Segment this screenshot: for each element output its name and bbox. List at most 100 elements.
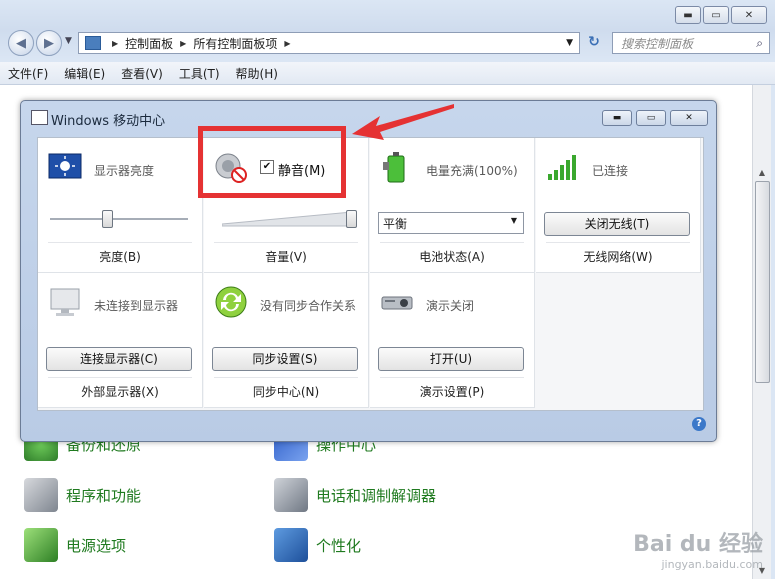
brightness-heading: 显示器亮度 bbox=[94, 164, 155, 178]
sync-settings-button[interactable]: 同步设置(S) bbox=[212, 347, 358, 371]
maximize-button[interactable]: ▭ bbox=[703, 6, 729, 24]
power-plan-select[interactable]: 平衡 ▼ bbox=[378, 212, 524, 234]
battery-plug-icon bbox=[383, 152, 405, 183]
highlight-box bbox=[198, 126, 346, 198]
help-icon[interactable]: ? bbox=[692, 417, 706, 431]
dialog-maximize-button[interactable]: ▭ bbox=[636, 110, 666, 126]
mobility-tiles-panel: 显示器亮度 亮度(B) ✔ 静音(M) 音量(V) 电量充满(100%) 平衡 … bbox=[37, 137, 704, 411]
chevron-down-icon: ▼ bbox=[510, 216, 517, 225]
menu-view[interactable]: 查看(V) bbox=[113, 65, 171, 82]
display-heading: 未连接到显示器 bbox=[94, 299, 179, 313]
projector-icon bbox=[381, 296, 413, 310]
power-plan-value: 平衡 bbox=[383, 217, 408, 231]
breadcrumb-arrow-icon[interactable]: ▶ bbox=[284, 39, 290, 48]
search-box[interactable]: 搜索控制面板 ⌕ bbox=[612, 32, 770, 54]
cp-item-phone-modem[interactable]: 电话和调制解调器 bbox=[274, 478, 436, 512]
navigation-bar: ◀ ▶ ▼ ▶ 控制面板 ▶ 所有控制面板项 ▶ ▼ ↻ 搜索控制面板 ⌕ bbox=[6, 30, 770, 56]
back-button[interactable]: ◀ bbox=[8, 30, 34, 56]
tile-battery: 电量充满(100%) 平衡 ▼ 电池状态(A) bbox=[370, 138, 535, 273]
back-arrow-icon: ◀ bbox=[16, 35, 26, 51]
volume-label[interactable]: 音量(V) bbox=[204, 248, 368, 265]
dialog-minimize-button[interactable]: ▬ bbox=[602, 110, 632, 126]
menu-bar: 文件(F) 编辑(E) 查看(V) 工具(T) 帮助(H) bbox=[0, 62, 775, 85]
mobility-center-icon bbox=[31, 110, 48, 125]
tile-sync-center: 没有同步合作关系 同步设置(S) 同步中心(N) bbox=[204, 273, 369, 408]
signal-bars-icon bbox=[548, 155, 576, 180]
scroll-thumb[interactable] bbox=[755, 181, 770, 383]
watermark-url: jingyan.baidu.com bbox=[661, 558, 763, 571]
brightness-slider-track[interactable] bbox=[50, 218, 188, 220]
control-panel-icon bbox=[85, 36, 101, 50]
monitor-icon bbox=[50, 288, 80, 316]
external-display-label[interactable]: 外部显示器(X) bbox=[38, 383, 202, 400]
forward-button[interactable]: ▶ bbox=[36, 30, 62, 56]
close-button[interactable]: ✕ bbox=[731, 6, 767, 24]
display-brightness-icon bbox=[48, 153, 82, 179]
turn-off-wireless-button[interactable]: 关闭无线(T) bbox=[544, 212, 690, 236]
divider bbox=[546, 242, 690, 243]
divider bbox=[48, 377, 192, 378]
address-dropdown-icon[interactable]: ▼ bbox=[566, 38, 573, 48]
divider bbox=[214, 377, 358, 378]
presentation-heading: 演示关闭 bbox=[426, 299, 475, 313]
scroll-up-icon[interactable]: ▲ bbox=[753, 165, 771, 181]
brightness-slider-thumb[interactable] bbox=[102, 210, 113, 228]
tile-external-display: 未连接到显示器 连接显示器(C) 外部显示器(X) bbox=[38, 273, 203, 408]
vertical-scrollbar[interactable]: ▲ ▼ bbox=[752, 85, 771, 579]
divider bbox=[380, 377, 524, 378]
connect-display-button[interactable]: 连接显示器(C) bbox=[46, 347, 192, 371]
tile-wireless: 已连接 关闭无线(T) 无线网络(W) bbox=[536, 138, 701, 273]
menu-help[interactable]: 帮助(H) bbox=[228, 65, 286, 82]
dialog-title: Windows 移动中心 bbox=[51, 114, 166, 129]
tile-presentation: 演示关闭 打开(U) 演示设置(P) bbox=[370, 273, 535, 408]
divider bbox=[48, 242, 192, 243]
battery-status-label[interactable]: 电池状态(A) bbox=[370, 248, 534, 265]
divider bbox=[214, 242, 358, 243]
baidu-watermark: Bai du 经验 jingyan.baidu.com bbox=[633, 526, 763, 571]
volume-slider-track[interactable] bbox=[222, 210, 352, 228]
wireless-heading: 已连接 bbox=[592, 164, 629, 178]
presentation-on-button[interactable]: 打开(U) bbox=[378, 347, 524, 371]
menu-file[interactable]: 文件(F) bbox=[0, 65, 56, 82]
refresh-icon[interactable]: ↻ bbox=[584, 34, 604, 52]
cp-item-label: 程序和功能 bbox=[66, 486, 142, 505]
mobility-center-dialog: Windows 移动中心 ▬ ▭ ✕ 显示器亮度 亮度(B) ✔ 静音(M) 音… bbox=[20, 100, 717, 442]
watermark-brand: Bai du 经验 bbox=[633, 532, 763, 557]
forward-arrow-icon: ▶ bbox=[44, 35, 54, 51]
volume-slider-thumb[interactable] bbox=[346, 210, 357, 228]
cp-item-label: 个性化 bbox=[316, 536, 362, 555]
annotation-arrow-icon bbox=[352, 104, 454, 140]
cp-item-label: 电源选项 bbox=[66, 536, 127, 555]
dialog-caption-buttons: ▬ ▭ ✕ bbox=[602, 110, 708, 126]
minimize-button[interactable]: ▬ bbox=[675, 6, 701, 24]
dialog-close-button[interactable]: ✕ bbox=[670, 110, 708, 126]
cp-item-power[interactable]: 电源选项 bbox=[24, 528, 126, 562]
address-bar[interactable]: ▶ 控制面板 ▶ 所有控制面板项 ▶ ▼ bbox=[78, 32, 580, 54]
menu-edit[interactable]: 编辑(E) bbox=[56, 65, 113, 82]
battery-heading: 电量充满(100%) bbox=[426, 164, 518, 178]
battery-icon bbox=[24, 528, 58, 562]
search-input[interactable]: 搜索控制面板 bbox=[621, 35, 756, 52]
sync-center-label[interactable]: 同步中心(N) bbox=[204, 383, 368, 400]
window-caption-buttons: ▬ ▭ ✕ bbox=[675, 6, 767, 24]
monitor-icon bbox=[274, 528, 308, 562]
phone-icon bbox=[274, 478, 308, 512]
wireless-label[interactable]: 无线网络(W) bbox=[536, 248, 700, 265]
breadcrumb-all-items[interactable]: 所有控制面板项 bbox=[193, 35, 277, 52]
cp-item-programs[interactable]: 程序和功能 bbox=[24, 478, 141, 512]
breadcrumb-control-panel[interactable]: 控制面板 bbox=[125, 35, 173, 52]
breadcrumb-arrow-icon[interactable]: ▶ bbox=[180, 39, 186, 48]
recent-pages-dropdown-icon[interactable]: ▼ bbox=[65, 36, 72, 46]
tile-brightness: 显示器亮度 亮度(B) bbox=[38, 138, 203, 273]
cp-item-personalization[interactable]: 个性化 bbox=[274, 528, 361, 562]
sync-icon bbox=[215, 286, 247, 318]
cp-item-label: 电话和调制解调器 bbox=[316, 486, 437, 505]
brightness-label[interactable]: 亮度(B) bbox=[38, 248, 202, 265]
presentation-settings-label[interactable]: 演示设置(P) bbox=[370, 383, 534, 400]
programs-icon bbox=[24, 478, 58, 512]
search-icon[interactable]: ⌕ bbox=[756, 36, 763, 51]
breadcrumb-arrow-icon[interactable]: ▶ bbox=[112, 39, 118, 48]
menu-tools[interactable]: 工具(T) bbox=[171, 65, 228, 82]
sync-heading: 没有同步合作关系 bbox=[260, 299, 357, 313]
divider bbox=[380, 242, 524, 243]
